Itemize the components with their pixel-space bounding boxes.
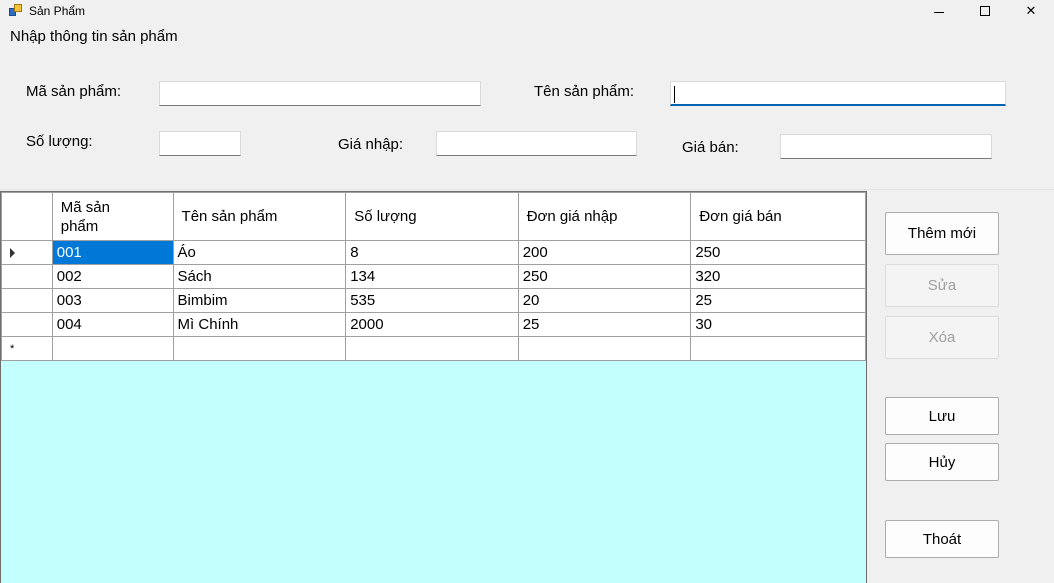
col-header-don-gia-ban[interactable]: Đơn giá bán (690, 192, 866, 241)
row-header[interactable] (1, 288, 53, 313)
table-cell[interactable]: 004 (51, 312, 174, 337)
section-title: Nhập thông tin sản phẩm (10, 28, 178, 45)
table-cell[interactable]: 20 (517, 288, 692, 313)
table-cell[interactable]: 250 (690, 240, 866, 265)
table-cell[interactable]: 2000 (345, 312, 519, 337)
col-header-so-luong[interactable]: Số lượng (345, 192, 519, 241)
table-cell[interactable]: Bimbim (172, 288, 347, 313)
table-cell[interactable]: 002 (51, 264, 174, 289)
table-cell[interactable]: Mì Chính (172, 312, 347, 337)
table-row[interactable]: 002 Sách 134 250 320 (1, 264, 866, 289)
thoat-button[interactable]: Thoát (885, 520, 999, 558)
table-cell[interactable] (345, 336, 519, 361)
ma-san-pham-label: Mã sản phẩm: (26, 83, 122, 100)
minimize-icon (934, 11, 944, 13)
window-title: Sản Phẩm (29, 4, 86, 18)
table-cell[interactable]: 320 (690, 264, 866, 289)
ma-san-pham-input[interactable] (159, 81, 481, 106)
gia-ban-label: Giá bán: (682, 139, 739, 156)
so-luong-label: Số lượng: (26, 133, 93, 150)
col-header-don-gia-nhap[interactable]: Đơn giá nhập (517, 192, 692, 241)
table-cell[interactable]: 25 (517, 312, 692, 337)
row-header[interactable] (1, 264, 53, 289)
new-row[interactable]: * (1, 336, 866, 361)
table-row[interactable]: 004 Mì Chính 2000 25 30 (1, 312, 866, 337)
table-cell[interactable] (517, 336, 692, 361)
table-cell[interactable]: 25 (690, 288, 866, 313)
table-row[interactable]: 003 Bimbim 535 20 25 (1, 288, 866, 313)
col-header-ten-sp[interactable]: Tên sản phẩm (172, 192, 347, 241)
row-header[interactable] (1, 312, 53, 337)
table-cell[interactable] (690, 336, 866, 361)
close-button[interactable]: ✕ (1008, 0, 1054, 22)
table-cell-selected[interactable]: 001 (51, 240, 174, 265)
maximize-icon (980, 6, 990, 16)
table-cell[interactable]: 003 (51, 288, 174, 313)
table-cell[interactable] (51, 336, 174, 361)
so-luong-input[interactable] (159, 131, 241, 156)
ten-san-pham-label: Tên sản phẩm: (534, 83, 635, 100)
sua-button[interactable]: Sửa (885, 264, 999, 307)
luu-button[interactable]: Lưu (885, 397, 999, 435)
maximize-button[interactable] (962, 0, 1008, 22)
product-table: Mã sản phẩm Tên sản phẩm Số lượng Đơn gi… (1, 192, 866, 361)
header-row: Mã sản phẩm Tên sản phẩm Số lượng Đơn gi… (1, 192, 866, 241)
gia-nhap-input[interactable] (436, 131, 637, 156)
them-moi-button[interactable]: Thêm mới (885, 212, 999, 255)
current-row-icon (10, 248, 15, 258)
product-grid[interactable]: Mã sản phẩm Tên sản phẩm Số lượng Đơn gi… (0, 191, 867, 583)
corner-header (1, 192, 53, 241)
title-bar: Sản Phẩm ✕ (0, 0, 1054, 22)
table-cell[interactable]: 134 (345, 264, 519, 289)
table-cell[interactable]: 8 (345, 240, 519, 265)
gia-ban-input[interactable] (780, 134, 992, 159)
huy-button[interactable]: Hủy (885, 443, 999, 481)
text-caret (674, 86, 675, 103)
new-row-icon: * (10, 343, 15, 355)
gia-nhap-label: Giá nhập: (338, 136, 404, 153)
table-cell[interactable] (172, 336, 347, 361)
col-header-ma-sp[interactable]: Mã sản phẩm (51, 192, 174, 241)
table-cell[interactable]: 250 (517, 264, 692, 289)
xoa-button[interactable]: Xóa (885, 316, 999, 359)
table-cell[interactable]: Sách (172, 264, 347, 289)
table-cell[interactable]: Áo (172, 240, 347, 265)
table-cell[interactable]: 200 (517, 240, 692, 265)
row-header-new[interactable]: * (1, 336, 53, 361)
app-icon (9, 4, 23, 16)
row-header-current[interactable] (1, 240, 53, 265)
table-row[interactable]: 001 Áo 8 200 250 (1, 240, 866, 265)
divider (0, 189, 1054, 190)
ten-san-pham-input[interactable] (670, 81, 1006, 106)
minimize-button[interactable] (916, 0, 962, 22)
table-cell[interactable]: 30 (690, 312, 866, 337)
close-icon: ✕ (1025, 3, 1037, 18)
table-cell[interactable]: 535 (345, 288, 519, 313)
